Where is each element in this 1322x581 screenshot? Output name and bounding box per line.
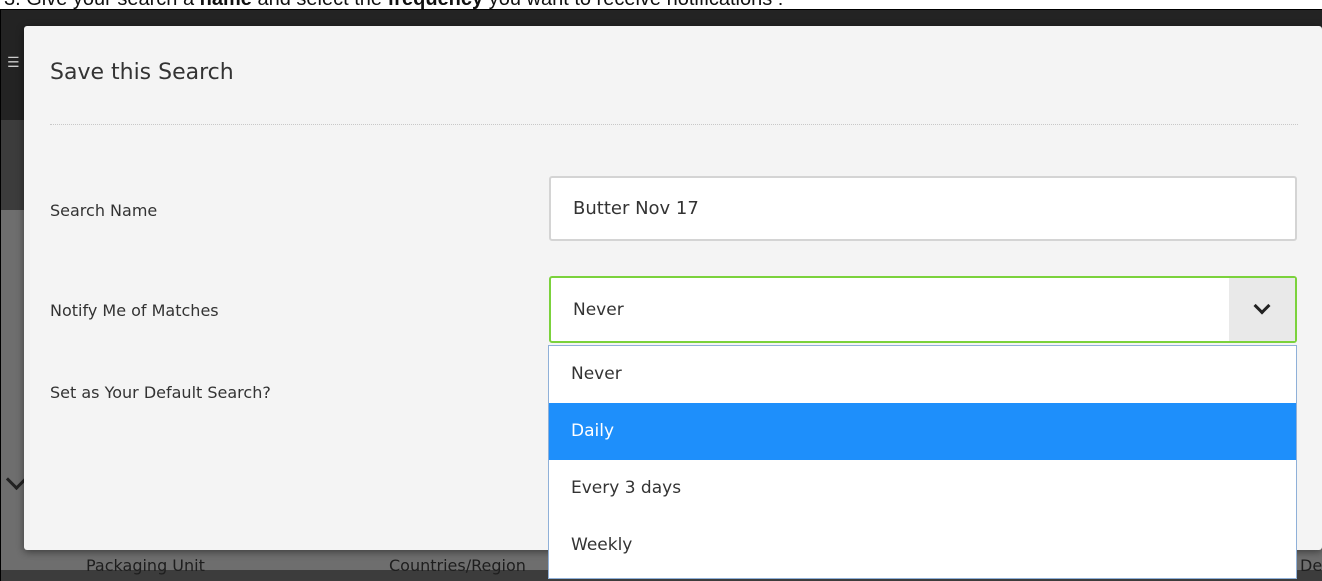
menu-icon: ☰ [7,54,20,70]
option-daily[interactable]: Daily [549,403,1296,460]
modal-title: Save this Search [50,60,234,85]
select-toggle-button[interactable] [1229,278,1295,341]
column-header-countries-region: Countries/Region [389,556,526,575]
option-weekly[interactable]: Weekly [549,517,1296,574]
notify-frequency-select[interactable]: Never [549,276,1297,343]
notify-frequency-dropdown: Never Daily Every 3 days Weekly [548,345,1297,579]
search-name-label: Search Name [50,201,158,220]
chevron-down-icon [1253,297,1271,315]
notify-label: Notify Me of Matches [50,301,219,320]
search-name-input[interactable] [549,176,1297,241]
option-never[interactable]: Never [549,346,1296,403]
default-search-label: Set as Your Default Search? [50,383,271,402]
modal-divider [50,124,1298,125]
notify-selected-value: Never [573,300,624,320]
option-every-3-days[interactable]: Every 3 days [549,460,1296,517]
column-header-truncated: De [1300,556,1322,575]
column-header-packaging-unit: Packaging Unit [86,556,205,575]
